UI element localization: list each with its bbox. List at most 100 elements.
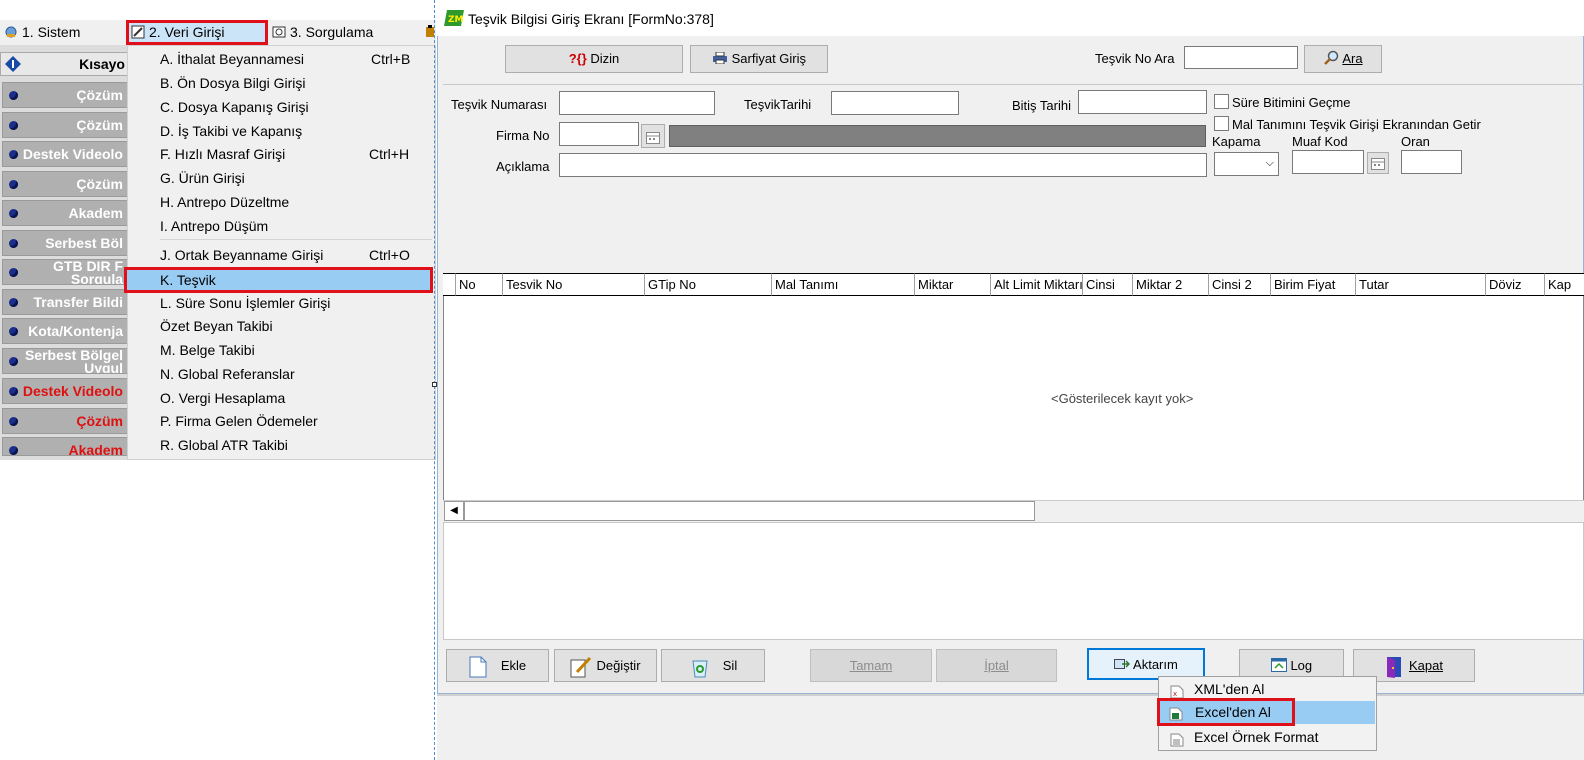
splitter[interactable] xyxy=(434,0,435,760)
aciklama-label: Açıklama xyxy=(496,159,550,174)
col-kap[interactable]: Kap xyxy=(1545,273,1584,296)
col-cinsi-2[interactable]: Cinsi 2 xyxy=(1209,273,1271,296)
menu-item-excel-den-al[interactable]: Excel'den Al xyxy=(1157,698,1295,726)
excel-file-icon xyxy=(1169,705,1183,721)
menu-sistem[interactable]: 1. Sistem xyxy=(4,20,80,45)
col-birim-fiyat[interactable]: Birim Fiyat xyxy=(1271,273,1356,296)
tesvik-tarihi-input[interactable] xyxy=(831,91,959,115)
menu-item-tesvik[interactable]: K. Teşvik xyxy=(124,267,433,293)
sidebar-item-cozum-1[interactable]: Çözüm xyxy=(2,82,128,108)
sarfiyat-giris-button[interactable]: Sarfiyat Giriş xyxy=(690,45,828,73)
menu-item-global-referanslar[interactable]: N. Global Referanslar xyxy=(160,362,295,386)
firma-no-input[interactable] xyxy=(559,122,639,146)
svg-text:ZM: ZM xyxy=(448,15,464,25)
muaf-kod-lookup-button[interactable] xyxy=(1367,152,1389,174)
col-mal-tanimi[interactable]: Mal Tanımı xyxy=(772,273,915,296)
menu-item-vergi-hesaplama[interactable]: O. Vergi Hesaplama xyxy=(160,386,285,410)
tesvik-no-search-input[interactable] xyxy=(1184,46,1298,69)
mal-tanimi-checkbox[interactable] xyxy=(1214,116,1229,131)
bullet-icon xyxy=(9,387,18,396)
firma-no-label: Firma No xyxy=(496,128,550,143)
calendar-icon xyxy=(646,130,660,144)
sure-bitimi-checkbox[interactable] xyxy=(1214,94,1229,109)
tesvik-numarasi-label: Teşvik Numarası xyxy=(451,97,548,112)
scroll-left-icon[interactable]: ◀ xyxy=(444,501,464,521)
col-miktar-2[interactable]: Miktar 2 xyxy=(1133,273,1209,296)
bitis-tarihi-input[interactable] xyxy=(1078,90,1207,114)
edit-pencil-icon xyxy=(570,656,592,678)
col-doviz[interactable]: Döviz xyxy=(1486,273,1545,296)
bullet-icon xyxy=(9,209,18,218)
firma-lookup-button[interactable] xyxy=(641,124,665,148)
grid-row-selector-header xyxy=(443,273,456,296)
sidebar-item-akademi-2[interactable]: Akadem xyxy=(2,437,128,456)
sidebar-item-destek-videolari[interactable]: Destek Videolo xyxy=(2,141,128,167)
system-icon xyxy=(4,22,18,38)
mal-tanimi-label: Mal Tanımını Teşvik Girişi Ekranından Ge… xyxy=(1232,117,1481,132)
col-tesvik-no[interactable]: Tesvik No xyxy=(503,273,645,296)
sidebar-item-akademi[interactable]: Akadem xyxy=(2,200,128,226)
oran-input[interactable] xyxy=(1401,150,1462,174)
muaf-kod-input[interactable] xyxy=(1292,150,1364,174)
sidebar-item-serbest-bolge[interactable]: Serbest Böl xyxy=(2,230,128,256)
sidebar-item-destek-videolari-2[interactable]: Destek Videolo xyxy=(2,378,128,404)
menu-veri-girisi[interactable]: 2. Veri Girişi xyxy=(126,20,268,45)
menu-item-firma-gelen-odemeler[interactable]: P. Firma Gelen Ödemeler xyxy=(160,409,318,433)
sure-bitimi-label: Süre Bitimini Geçme xyxy=(1232,95,1351,110)
window-title: Teşvik Bilgisi Giriş Ekranı [FormNo:378] xyxy=(468,11,714,27)
menu-sorgulama[interactable]: 3. Sorgulama xyxy=(272,20,373,45)
aciklama-input[interactable] xyxy=(559,153,1207,177)
menu-item-global-atr[interactable]: R. Global ATR Takibi xyxy=(160,433,288,457)
bullet-icon xyxy=(9,446,18,455)
col-no[interactable]: No xyxy=(456,273,503,296)
app-logo-icon: ZM xyxy=(444,10,464,26)
query-icon xyxy=(272,22,286,38)
menu-item-antrepo-duzeltme[interactable]: H. Antrepo Düzeltme xyxy=(160,190,289,214)
menu-item-ortak-beyanname[interactable]: J. Ortak Beyanname Girişi xyxy=(160,243,323,267)
bullet-icon xyxy=(9,357,18,366)
dizin-button[interactable]: ?{} Dizin xyxy=(505,45,683,73)
printer-icon xyxy=(712,47,728,65)
degistir-button[interactable]: Değiştir xyxy=(554,649,657,682)
bullet-icon xyxy=(9,91,18,100)
sidebar-item-cozum-2[interactable]: Çözüm xyxy=(2,112,128,138)
sidebar-item-transfer-bildirim[interactable]: Transfer Bildi xyxy=(2,289,128,315)
tesvik-grid[interactable] xyxy=(443,273,1584,522)
bitis-tarihi-label: Bitiş Tarihi xyxy=(1012,98,1072,113)
col-cinsi[interactable]: Cinsi xyxy=(1083,273,1133,296)
tamam-button[interactable]: Tamam xyxy=(810,649,932,682)
col-alt-limit-miktari[interactable]: Alt Limit Miktarı xyxy=(991,273,1083,296)
menu-item-hizli-masraf[interactable]: F. Hızlı Masraf Girişi xyxy=(160,142,285,166)
menu-item-ithalat-beyannamesi[interactable]: A. İthalat Beyannamesi xyxy=(160,47,304,71)
sidebar-item-cozum-4[interactable]: Çözüm xyxy=(2,408,128,434)
menu-item-on-dosya-bilgi[interactable]: B. Ön Dosya Bilgi Girişi xyxy=(160,71,305,95)
col-tutar[interactable]: Tutar xyxy=(1356,273,1486,296)
shortcut-ctrl-o: Ctrl+O xyxy=(369,247,410,263)
tesvik-numarasi-input[interactable] xyxy=(559,91,715,115)
iptal-button[interactable]: İptal xyxy=(936,649,1057,682)
menu-item-ozet-beyan[interactable]: Özet Beyan Takibi xyxy=(160,314,273,338)
menu-item-antrepo-dusum[interactable]: I. Antrepo Düşüm xyxy=(160,214,268,238)
menu-item-is-takibi[interactable]: D. İş Takibi ve Kapanış xyxy=(160,119,302,143)
menu-item-belge-takibi[interactable]: M. Belge Takibi xyxy=(160,338,255,362)
sidebar-item-kota-kontenjan[interactable]: Kota/Kontenja xyxy=(2,318,128,344)
excel-template-icon xyxy=(1170,730,1184,747)
col-gtip-no[interactable]: GTip No xyxy=(645,273,772,296)
menu-item-excel-ornek-format[interactable]: Excel Örnek Format xyxy=(1160,725,1375,749)
ekle-button[interactable]: Ekle xyxy=(446,649,549,682)
kapama-select[interactable]: ⌵ xyxy=(1214,152,1279,176)
menu-item-dosya-kapanis[interactable]: C. Dosya Kapanış Girişi xyxy=(160,95,309,119)
scroll-thumb[interactable] xyxy=(464,501,1035,521)
sil-button[interactable]: Sil xyxy=(661,649,765,682)
menu-item-urun-girisi[interactable]: G. Ürün Girişi xyxy=(160,166,245,190)
shortcut-ctrl-b: Ctrl+B xyxy=(371,51,411,67)
status-area xyxy=(437,694,1584,760)
col-miktar[interactable]: Miktar xyxy=(915,273,991,296)
menu-item-sure-sonu[interactable]: L. Süre Sonu İşlemler Girişi xyxy=(160,291,330,315)
sidebar-item-serbest-bolge-uygulama[interactable]: Serbest Bölgel Uygul xyxy=(2,348,128,374)
sidebar-item-gtb-dir[interactable]: GTB DIR F Sorgula xyxy=(2,259,128,285)
sidebar-item-cozum-3[interactable]: Çözüm xyxy=(2,171,128,197)
kapama-label: Kapama xyxy=(1212,134,1261,149)
new-document-icon xyxy=(469,656,487,678)
ara-button[interactable]: Ara xyxy=(1304,45,1382,73)
